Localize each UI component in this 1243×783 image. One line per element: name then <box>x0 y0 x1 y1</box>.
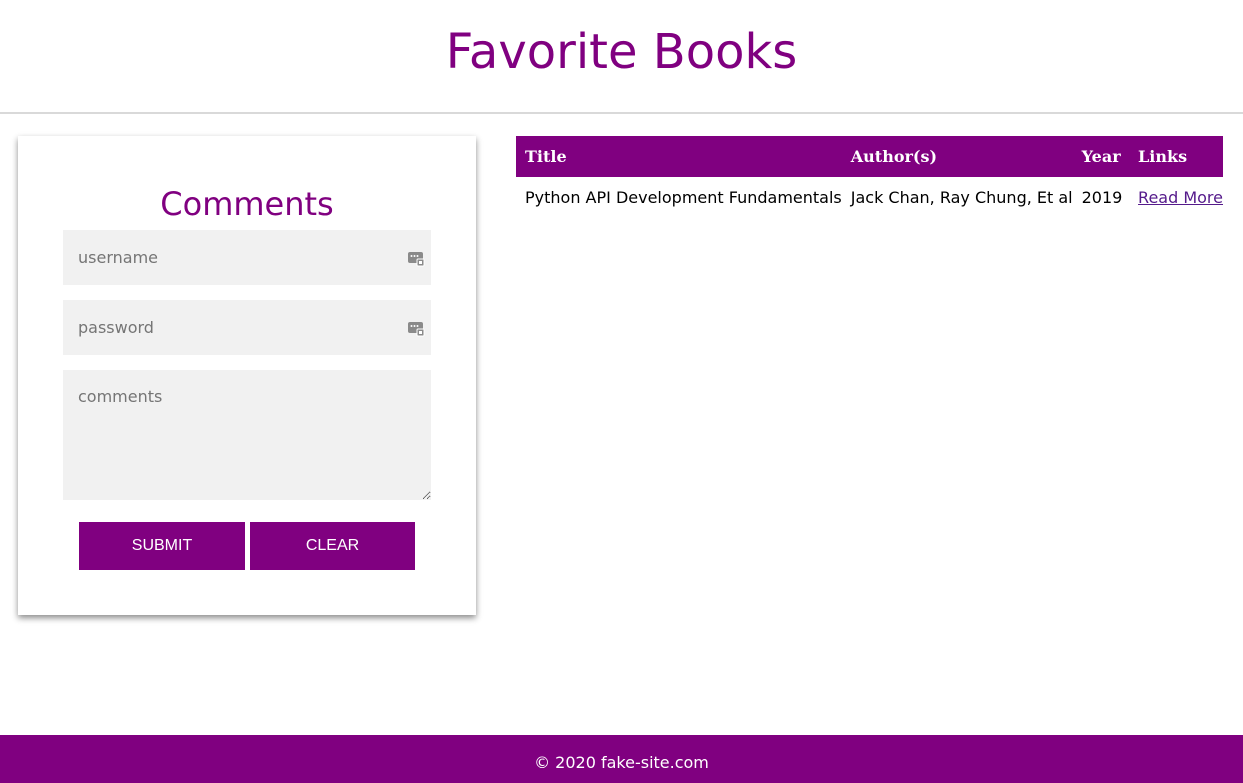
book-title-cell: Python API Development Fundamentals <box>525 188 842 207</box>
book-links-cell: Read More <box>1129 177 1223 218</box>
column-header-authors: Author(s) <box>841 136 1073 177</box>
page: Favorite Books Comments username comment… <box>0 0 1243 783</box>
password-input[interactable] <box>63 300 431 355</box>
submit-button[interactable]: SUBMIT <box>79 522 245 570</box>
book-year-cell: 2019 <box>1081 188 1123 207</box>
comments-form-title: Comments <box>160 185 334 223</box>
site-header: Favorite Books <box>0 0 1243 114</box>
table-header-row: Title Author(s) Year Links <box>516 136 1223 177</box>
books-table: Title Author(s) Year Links Python API De… <box>516 136 1223 218</box>
read-more-link[interactable]: Read More <box>1138 188 1223 207</box>
comments-textarea[interactable] <box>63 370 431 500</box>
table-row: Python API Development Fundamentals Jack… <box>516 177 1223 218</box>
column-header-links: Links <box>1129 136 1223 177</box>
column-header-year: Year <box>1072 136 1130 177</box>
footer-copyright: © 2020 fake-site.com <box>534 753 709 772</box>
book-authors-cell: Jack Chan, Ray Chung, Et al <box>850 188 1073 207</box>
site-footer: © 2020 fake-site.com <box>0 735 1243 783</box>
clear-button[interactable]: CLEAR <box>250 522 415 570</box>
column-header-title: Title <box>516 136 842 177</box>
username-input[interactable] <box>63 230 431 285</box>
password-manager-key-icon[interactable] <box>407 319 425 337</box>
password-manager-key-icon[interactable] <box>407 249 425 267</box>
page-title: Favorite Books <box>445 24 798 80</box>
comments-form-card: Comments SUBMIT C <box>18 136 476 615</box>
